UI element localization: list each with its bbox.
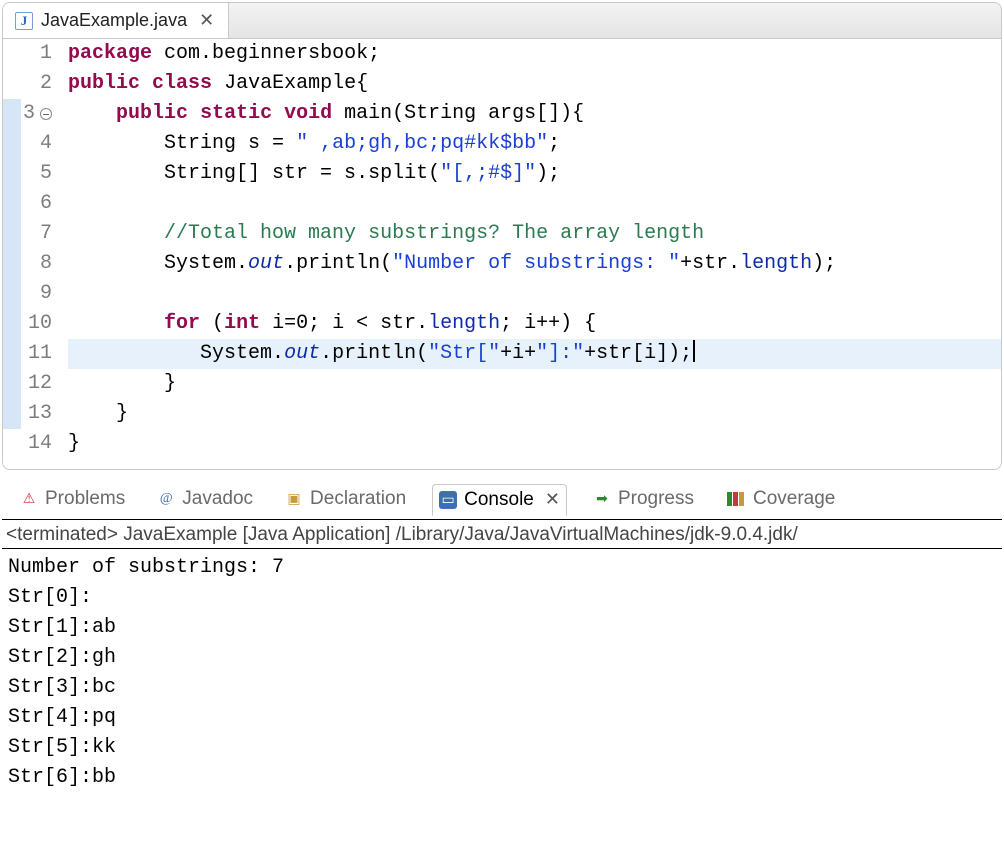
code-line[interactable] <box>68 189 1001 219</box>
line-number-gutter: 1234567891011121314 <box>21 39 58 459</box>
progress-icon: ➡ <box>593 490 611 508</box>
fold-toggle-icon[interactable] <box>40 108 52 120</box>
problems-icon: ⚠ <box>20 490 38 508</box>
tab-progress[interactable]: ➡ Progress <box>587 484 700 514</box>
line-number: 8 <box>23 249 52 279</box>
console-output[interactable]: Number of substrings: 7 Str[0]: Str[1]:a… <box>2 549 1002 797</box>
code-line[interactable]: } <box>68 369 1001 399</box>
line-number: 14 <box>23 429 52 459</box>
tab-console[interactable]: ▭ Console ✕ <box>432 484 567 516</box>
line-number: 1 <box>23 39 52 69</box>
marker-cell <box>3 399 21 429</box>
text-caret <box>693 340 695 362</box>
tab-label: Problems <box>45 488 125 510</box>
line-number: 11 <box>23 339 52 369</box>
line-number: 6 <box>23 189 52 219</box>
code-line[interactable]: } <box>68 429 1001 459</box>
editor-panel: J JavaExample.java ✕ 1234567891011121314… <box>2 2 1002 470</box>
line-number: 10 <box>23 309 52 339</box>
line-number: 3 <box>23 99 52 129</box>
line-number: 7 <box>23 219 52 249</box>
tab-label: Coverage <box>753 488 835 510</box>
declaration-icon: ▣ <box>285 490 303 508</box>
views-tabbar: ⚠ Problems @ Javadoc ▣ Declaration ▭ Console ✕ ➡ P… <box>2 480 1002 520</box>
marker-cell <box>3 279 21 309</box>
marker-cell <box>3 129 21 159</box>
marker-cell <box>3 219 21 249</box>
tab-problems[interactable]: ⚠ Problems <box>14 484 131 514</box>
line-number: 2 <box>23 69 52 99</box>
marker-cell <box>3 69 21 99</box>
coverage-icon <box>726 490 746 508</box>
java-file-icon: J <box>15 12 33 30</box>
line-number: 9 <box>23 279 52 309</box>
tab-coverage[interactable]: Coverage <box>720 484 841 514</box>
marker-cell <box>3 369 21 399</box>
marker-cell <box>3 189 21 219</box>
javadoc-icon: @ <box>157 490 175 508</box>
code-line[interactable]: System.out.println("Number of substrings… <box>68 249 1001 279</box>
tab-label: Declaration <box>310 488 406 510</box>
code-line[interactable]: String[] str = s.split("[,;#$]"); <box>68 159 1001 189</box>
line-number: 5 <box>23 159 52 189</box>
tab-label: Javadoc <box>182 488 253 510</box>
code-line[interactable]: public class JavaExample{ <box>68 69 1001 99</box>
code-content[interactable]: package com.beginnersbook;public class J… <box>58 39 1001 459</box>
code-line[interactable]: package com.beginnersbook; <box>68 39 1001 69</box>
console-icon: ▭ <box>439 491 457 509</box>
marker-cell <box>3 99 21 129</box>
line-number: 12 <box>23 369 52 399</box>
code-line[interactable]: System.out.println("Str["+i+"]:"+str[i])… <box>68 339 1001 369</box>
marker-cell <box>3 39 21 69</box>
marker-cell <box>3 339 21 369</box>
marker-cell <box>3 429 21 459</box>
code-line[interactable]: //Total how many substrings? The array l… <box>68 219 1001 249</box>
line-number: 4 <box>23 129 52 159</box>
tab-label: Console <box>464 489 534 511</box>
code-line[interactable]: String s = " ,ab;gh,bc;pq#kk$bb"; <box>68 129 1001 159</box>
close-icon[interactable]: ✕ <box>541 489 560 510</box>
tab-label: Progress <box>618 488 694 510</box>
tab-javadoc[interactable]: @ Javadoc <box>151 484 259 514</box>
marker-gutter <box>3 39 21 459</box>
code-line[interactable]: } <box>68 399 1001 429</box>
bottom-panel: ⚠ Problems @ Javadoc ▣ Declaration ▭ Console ✕ ➡ P… <box>2 480 1002 797</box>
code-editor[interactable]: 1234567891011121314 package com.beginner… <box>3 39 1001 469</box>
close-icon[interactable]: ✕ <box>195 10 214 31</box>
tab-decl[interactable]: ▣ Declaration <box>279 484 412 514</box>
code-line[interactable] <box>68 279 1001 309</box>
editor-tabbar: J JavaExample.java ✕ <box>3 3 1001 39</box>
code-line[interactable]: for (int i=0; i < str.length; i++) { <box>68 309 1001 339</box>
console-status-line: <terminated> JavaExample [Java Applicati… <box>2 520 1002 549</box>
line-number: 13 <box>23 399 52 429</box>
marker-cell <box>3 159 21 189</box>
marker-cell <box>3 309 21 339</box>
editor-tab-title: JavaExample.java <box>41 10 187 31</box>
marker-cell <box>3 249 21 279</box>
editor-tab[interactable]: J JavaExample.java ✕ <box>3 3 229 38</box>
code-line[interactable]: public static void main(String args[]){ <box>68 99 1001 129</box>
